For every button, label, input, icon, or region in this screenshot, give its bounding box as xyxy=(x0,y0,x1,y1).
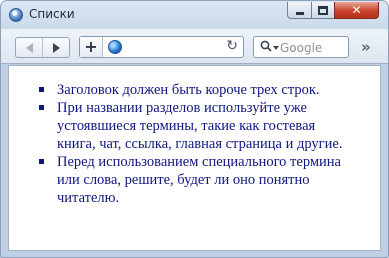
close-icon: ✕ xyxy=(351,3,362,17)
forward-button[interactable] xyxy=(43,38,69,57)
add-icon: + xyxy=(84,37,98,56)
minimize-button[interactable] xyxy=(287,2,312,19)
reload-icon[interactable]: ↻ xyxy=(226,38,238,54)
navigation-toolbar: + ↻ Google » xyxy=(1,29,388,64)
list-item-text: Перед использованием специального термин… xyxy=(57,154,341,206)
window-title: Списки xyxy=(29,7,75,21)
list-item-text: Заголовок должен быть короче трех строк. xyxy=(57,82,320,98)
bullet-icon xyxy=(39,105,44,110)
tips-list: Заголовок должен быть короче трех строк.… xyxy=(27,81,357,207)
nav-buttons xyxy=(15,37,70,58)
list-item: Перед использованием специального термин… xyxy=(27,153,357,207)
search-engine-dropdown-icon[interactable] xyxy=(273,46,279,50)
minimize-icon xyxy=(295,11,304,15)
search-input[interactable]: Google xyxy=(253,36,349,58)
bullet-icon xyxy=(39,159,44,164)
maximize-button[interactable] xyxy=(311,2,335,19)
app-icon xyxy=(9,8,23,22)
search-icon xyxy=(260,40,272,52)
window-bottom-edge[interactable] xyxy=(1,251,388,257)
title-bar: Списки ✕ xyxy=(1,1,388,29)
back-arrow-icon xyxy=(25,42,33,53)
list-item: При названии разделов используйте уже ус… xyxy=(27,99,357,153)
page-content: Заголовок должен быть короче трех строк.… xyxy=(8,65,381,251)
address-bar[interactable]: + ↻ xyxy=(79,36,244,58)
close-button[interactable]: ✕ xyxy=(334,2,379,19)
add-bookmark-button[interactable]: + xyxy=(80,37,103,57)
bullet-icon xyxy=(39,87,44,92)
list-item: Заголовок должен быть короче трех строк. xyxy=(27,81,357,99)
browser-window: Списки ✕ + ↻ Google » Заголовок должен б… xyxy=(0,0,389,258)
maximize-icon xyxy=(318,5,328,15)
search-placeholder: Google xyxy=(280,41,323,55)
overflow-chevron-icon[interactable]: » xyxy=(361,38,371,56)
forward-arrow-icon xyxy=(52,42,60,53)
back-button[interactable] xyxy=(16,38,43,57)
globe-icon xyxy=(108,40,122,54)
list-item-text: При названии разделов используйте уже ус… xyxy=(57,100,343,152)
